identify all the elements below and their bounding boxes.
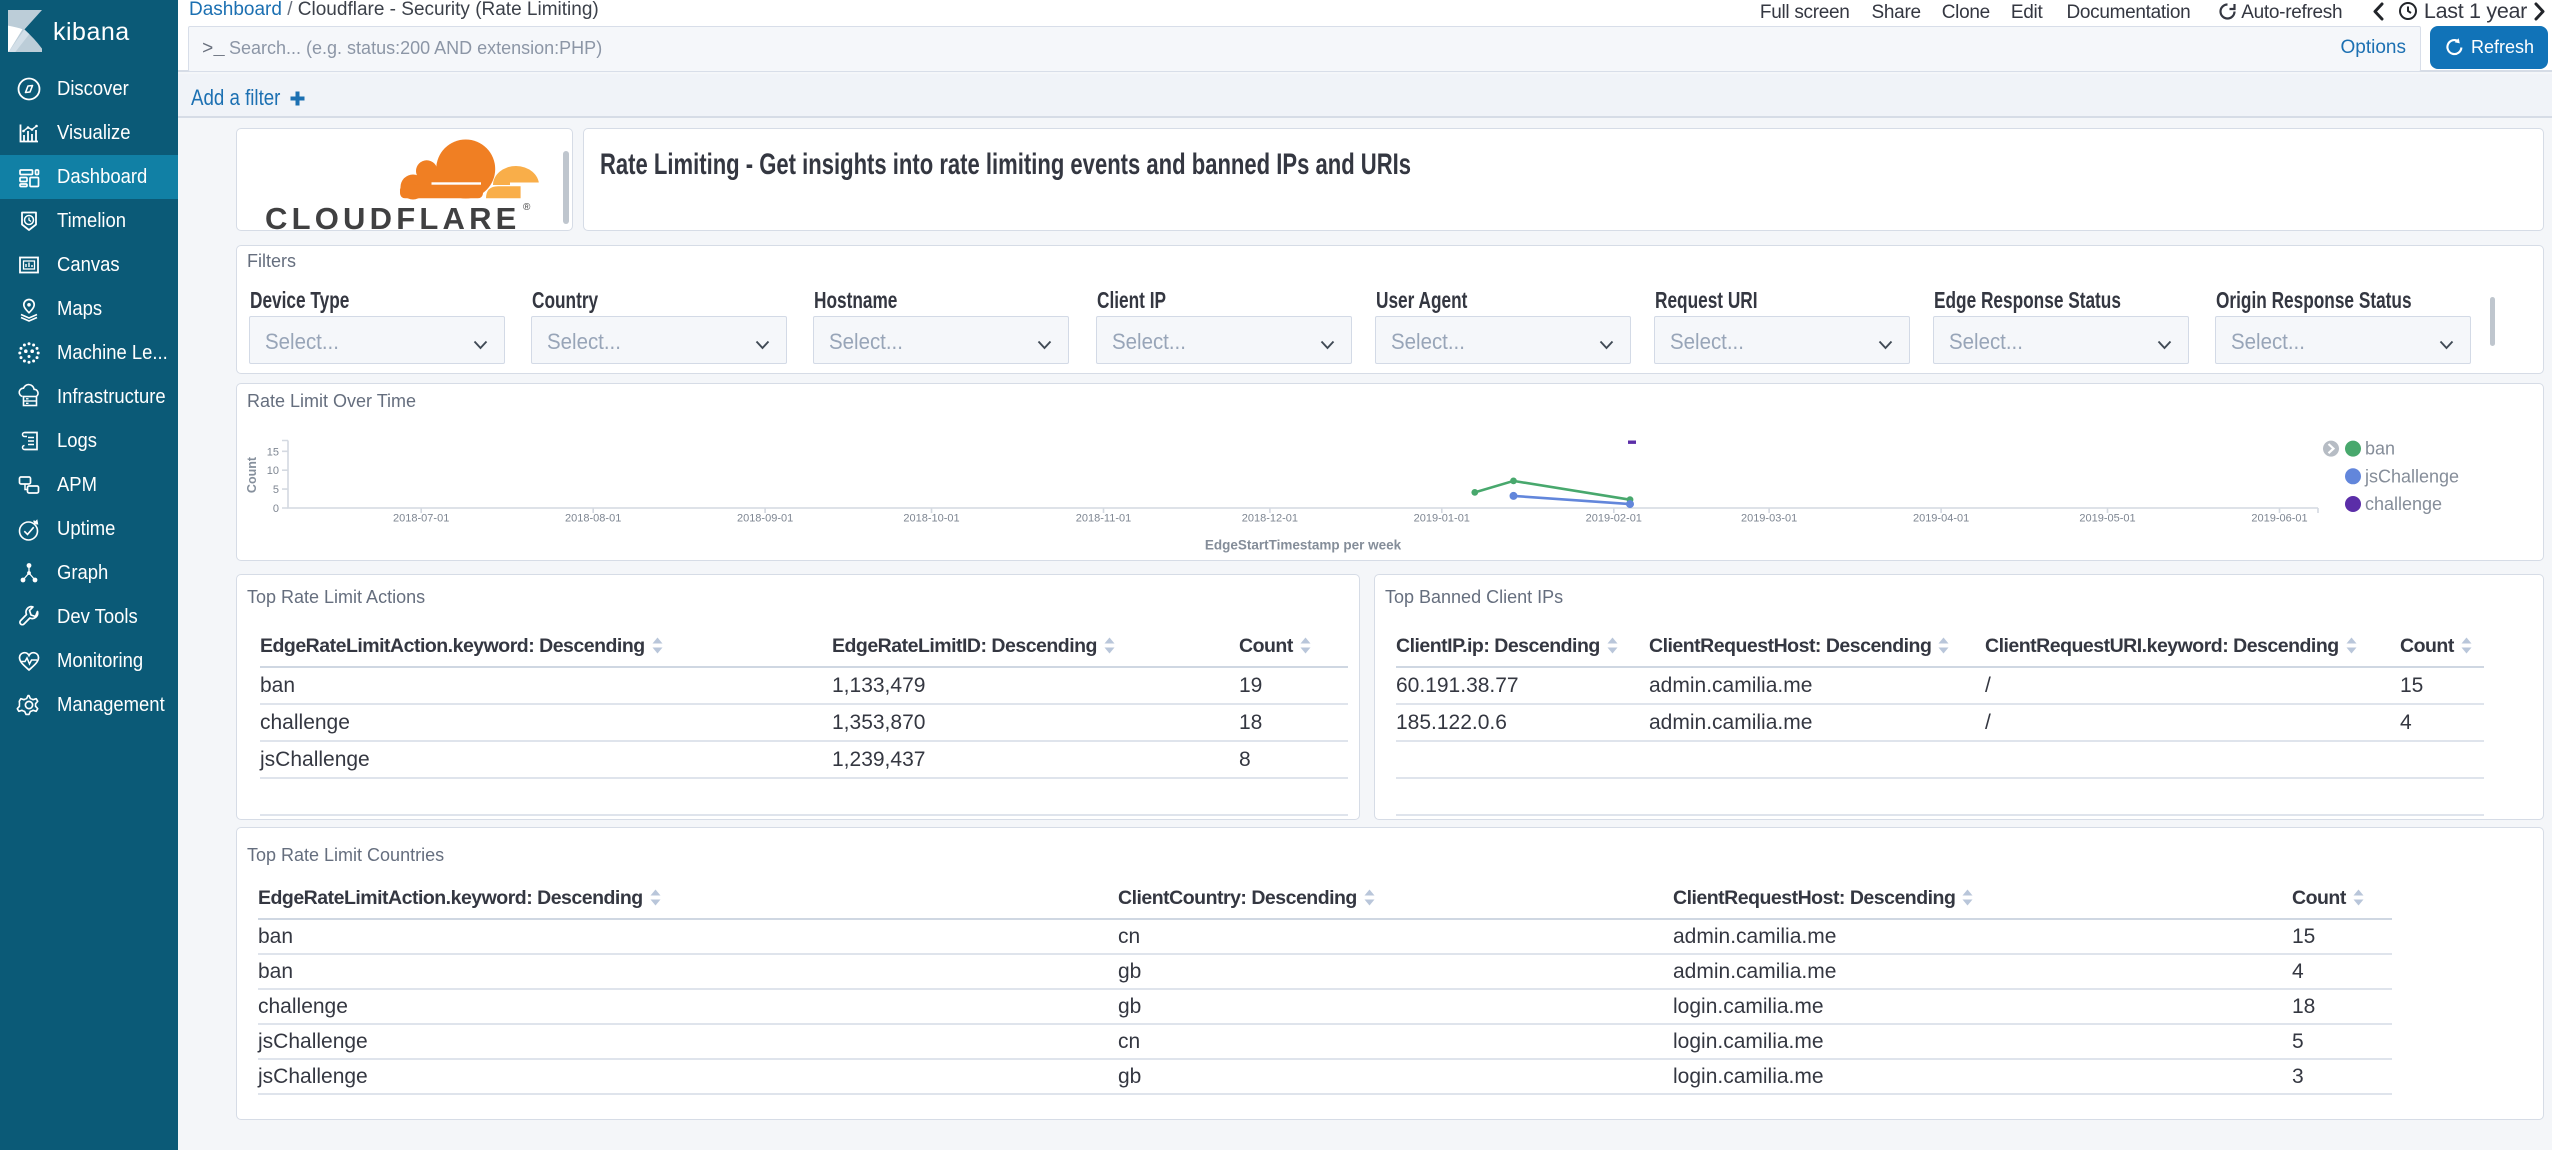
svg-text:2018-11-01: 2018-11-01 bbox=[1076, 513, 1131, 525]
svg-text:ban: ban bbox=[2365, 439, 2395, 459]
svg-text:2019-02-01: 2019-02-01 bbox=[1586, 513, 1642, 525]
svg-text:2018-08-01: 2018-08-01 bbox=[565, 513, 621, 525]
svg-text:5: 5 bbox=[273, 484, 279, 496]
svg-text:2019-06-01: 2019-06-01 bbox=[2251, 513, 2307, 525]
svg-text:2018-10-01: 2018-10-01 bbox=[903, 513, 959, 525]
svg-text:2019-01-01: 2019-01-01 bbox=[1414, 513, 1470, 525]
svg-text:2018-09-01: 2018-09-01 bbox=[737, 513, 793, 525]
svg-text:2018-07-01: 2018-07-01 bbox=[393, 513, 449, 525]
svg-text:15: 15 bbox=[267, 446, 279, 458]
svg-text:Count: Count bbox=[245, 456, 259, 493]
svg-text:2019-04-01: 2019-04-01 bbox=[1913, 513, 1969, 525]
svg-text:2018-12-01: 2018-12-01 bbox=[1242, 513, 1298, 525]
svg-text:2019-03-01: 2019-03-01 bbox=[1741, 513, 1797, 525]
svg-text:CLOUDFLARE: CLOUDFLARE bbox=[265, 201, 521, 232]
svg-text:EdgeStartTimestamp per week: EdgeStartTimestamp per week bbox=[1205, 538, 1402, 553]
svg-text:challenge: challenge bbox=[2365, 494, 2442, 514]
svg-text:0: 0 bbox=[273, 503, 279, 515]
svg-text:2019-05-01: 2019-05-01 bbox=[2079, 513, 2135, 525]
svg-text:10: 10 bbox=[267, 465, 279, 477]
svg-text:jsChallenge: jsChallenge bbox=[2364, 466, 2459, 486]
svg-text:®: ® bbox=[523, 202, 531, 213]
